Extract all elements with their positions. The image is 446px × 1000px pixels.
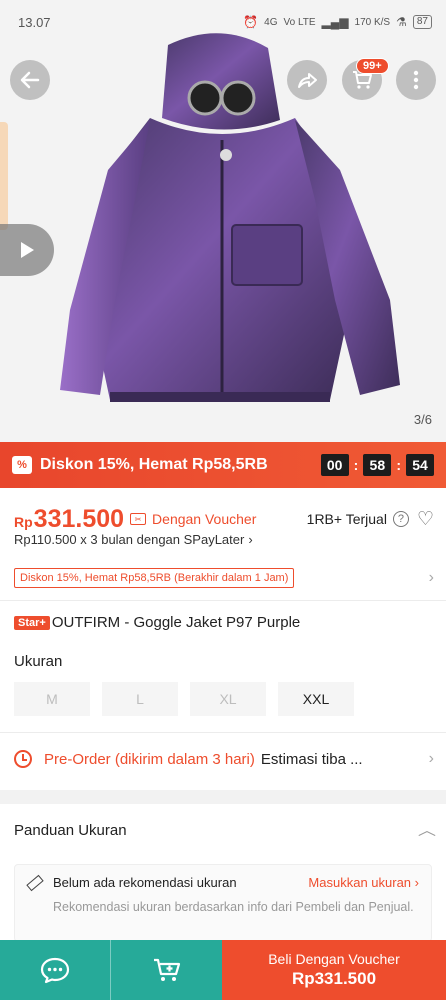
buy-button-label: Beli Dengan Voucher [268,951,400,967]
price-currency: Rp [14,514,33,530]
recommendation-description: Rekomendasi ukuran berdasarkan info dari… [53,900,414,914]
share-icon [298,73,317,88]
flash-sale-bar: % Diskon 15%, Hemat Rp58,5RB 00 : 58 : 5… [0,442,446,488]
buy-button-price: Rp331.500 [291,969,377,988]
chevron-up-icon: ︿ [417,822,437,838]
size-guide-header[interactable]: Panduan Ukuran ︿ [14,820,437,840]
add-to-cart-icon [153,958,180,981]
discount-icon: % [12,456,32,474]
help-icon[interactable]: ? [392,511,409,527]
size-option-xl[interactable]: XL [190,682,266,716]
back-button[interactable] [10,60,50,100]
timer-seconds: 54 [406,454,434,476]
size-recommendation-card: Belum ada rekomendasi ukuran Masukkan uk… [14,864,432,942]
section-separator [0,790,446,804]
battery-level: 87 [412,15,432,29]
size-heading: Ukuran [14,653,63,670]
play-icon [21,242,34,258]
cart-count-badge: 99+ [356,58,389,74]
divider [0,732,446,733]
price-value: 331.500 [33,504,125,533]
signal-icon: ▂▄▆ [321,15,349,29]
enter-size-link[interactable]: Masukkan ukuran › [308,875,419,890]
installment-text: Rp110.500 x 3 bulan dengan SPayLater [14,532,245,547]
alarm-icon: ⏰ [243,15,259,29]
buy-with-voucher-button[interactable]: Beli Dengan Voucher Rp331.500 [222,940,446,1000]
size-option-xxl[interactable]: XXL [278,682,354,716]
more-options-button[interactable] [396,60,436,100]
size-options: M L XL XXL [14,682,354,716]
side-handle[interactable] [0,122,8,230]
product-title: OUTFIRM - Goggle Jaket P97 Purple [51,614,301,631]
preorder-row[interactable]: Pre-Order (dikirim dalam 3 hari) Estimas… [14,750,434,768]
chat-button[interactable] [0,940,111,1000]
play-video-button[interactable] [0,224,54,276]
star-plus-badge: Star+ [14,615,50,630]
chat-icon [40,957,70,984]
preorder-label: Pre-Order (dikirim dalam 3 hari) [44,750,255,768]
product-image-gallery[interactable]: 13.07 ⏰ 4G Vo LTE ▂▄▆ 170 K/S ⚗ 87 99+ 3… [0,0,446,442]
clock-icon [14,750,32,768]
heart-icon[interactable]: ♡ [417,508,434,531]
promo-row[interactable]: Diskon 15%, Hemat Rp58,5RB (Berakhir dal… [14,566,434,590]
flash-sale-text: Diskon 15%, Hemat Rp58,5RB [40,456,268,473]
countdown-timer: 00 : 58 : 54 [320,454,434,476]
network-volte-label: Vo LTE [283,16,316,28]
share-button[interactable] [287,60,327,100]
timer-minutes: 58 [363,454,392,476]
chevron-right-icon: › [428,569,434,586]
status-time: 13.07 [18,14,51,30]
status-icons: ⏰ 4G Vo LTE ▂▄▆ 170 K/S ⚗ 87 [243,15,432,29]
delivery-estimate: Estimasi tiba ... [260,750,363,768]
voucher-icon: ✂ [130,513,147,525]
more-icon [413,70,419,90]
price-row: Rp 331.500 ✂ Dengan Voucher 1RB+ Terjual… [14,502,434,536]
sold-count: 1RB+ Terjual [306,511,387,527]
timer-hours: 00 [320,454,349,476]
recommendation-title: Belum ada rekomendasi ukuran [53,875,237,890]
timer-separator: : [353,457,359,473]
product-title-row: Star+ OUTFIRM - Goggle Jaket P97 Purple [14,614,434,631]
promo-tag: Diskon 15%, Hemat Rp58,5RB (Berakhir dal… [14,568,295,588]
bottom-action-bar: Beli Dengan Voucher Rp331.500 [0,940,446,1000]
ruler-icon [26,874,44,891]
flask-icon: ⚗ [396,15,407,29]
size-option-l[interactable]: L [102,682,178,716]
chevron-right-icon: › [248,532,253,547]
status-bar: 13.07 ⏰ 4G Vo LTE ▂▄▆ 170 K/S ⚗ 87 [0,0,446,44]
size-option-m[interactable]: M [14,682,90,716]
size-guide-title: Panduan Ukuran [14,821,127,839]
enter-size-label: Masukkan ukuran [308,875,412,890]
divider [0,600,446,601]
add-to-cart-button[interactable] [111,940,222,1000]
installment-link[interactable]: Rp110.500 x 3 bulan dengan SPayLater › [14,532,253,547]
chevron-right-icon: › [428,750,434,767]
network-speed: 170 K/S [354,16,391,28]
back-arrow-icon [20,71,40,89]
network-4g-label: 4G [264,16,278,28]
gallery-page-indicator: 3/6 [413,412,432,427]
voucher-label: Dengan Voucher [152,511,257,527]
timer-separator: : [396,457,401,473]
